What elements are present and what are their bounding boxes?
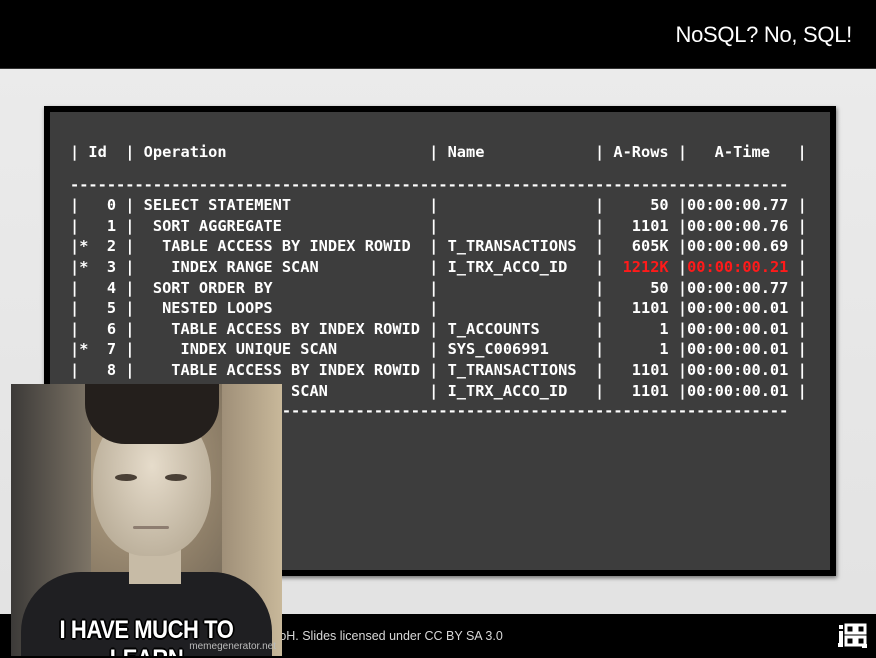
- plan-row: |* 2 | TABLE ACCESS BY INDEX ROWID | T_T…: [70, 237, 807, 256]
- slide-header: NoSQL? No, SQL!: [0, 0, 876, 69]
- license-text: ɔH. Slides licensed under CC BY SA 3.0: [280, 629, 503, 643]
- meme-image: I HAVE MUCH TO LEARN memegenerator.net: [11, 384, 282, 656]
- plan-row: | 1 | SORT AGGREGATE | | 1101 |00:00:00.…: [70, 216, 807, 235]
- plan-row: | 4 | SORT ORDER BY | | 50 |00:00:00.77 …: [70, 278, 807, 297]
- plan-row: | 8 | TABLE ACCESS BY INDEX ROWID | T_TR…: [70, 360, 807, 379]
- plan-header: | Id | Operation | Name | A-Rows | A-Tim…: [70, 143, 807, 161]
- jooq-logo-icon: [838, 623, 867, 648]
- highlighted-a-time: 00:00:00.21: [687, 257, 789, 276]
- meme-watermark: memegenerator.net: [189, 641, 276, 652]
- plan-separator: ----------------------------------------…: [70, 175, 789, 194]
- highlighted-a-rows: 1212K: [622, 257, 669, 276]
- plan-row: | 6 | TABLE ACCESS BY INDEX ROWID | T_AC…: [70, 319, 807, 338]
- execution-plan: | Id | Operation | Name | A-Rows | A-Tim…: [70, 142, 807, 422]
- plan-row: | 5 | NESTED LOOPS | | 1101 |00:00:00.01…: [70, 299, 807, 318]
- plan-row-highlighted: |* 3 | INDEX RANGE SCAN | I_TRX_ACCO_ID …: [70, 257, 807, 276]
- plan-row: |* 7 | INDEX UNIQUE SCAN | SYS_C006991 |…: [70, 340, 807, 359]
- plan-row: | 0 | SELECT STATEMENT | | 50 |00:00:00.…: [70, 196, 807, 215]
- slide-title: NoSQL? No, SQL!: [675, 22, 853, 47]
